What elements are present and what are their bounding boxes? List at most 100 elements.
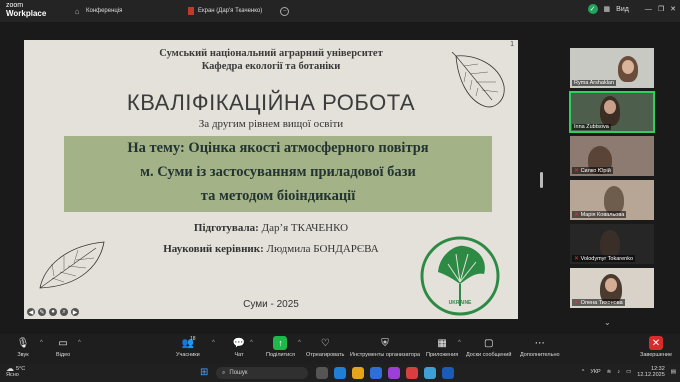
close-share-icon[interactable]: –	[280, 6, 290, 16]
participant-tile[interactable]: Ryma Arshaklan	[570, 48, 654, 88]
react-label: Отреагировать	[306, 352, 345, 358]
topic-line-1: На тему: Оцінка якості атмосферного пові…	[127, 140, 429, 156]
taskbar-search[interactable]: ⌕ Пошук	[216, 367, 308, 379]
grid-view-icon[interactable]: ▦	[604, 5, 611, 13]
shield-check-icon[interactable]: ✓	[587, 4, 598, 14]
chevron-up-icon[interactable]: ^	[40, 340, 43, 346]
advisor-label: Науковий керівник:	[163, 243, 264, 255]
word-icon[interactable]	[442, 367, 454, 379]
participant-name-muted: ✕ Volodymyr Tokarenko	[572, 255, 636, 262]
participant-name-muted: ✕ Олена Тихонова	[572, 299, 625, 306]
participant-name: Марія Ковальова	[580, 212, 625, 218]
share-label: Поділитися	[266, 352, 295, 358]
participant-face	[604, 100, 616, 114]
clock[interactable]: 12:32 12.12.2025	[637, 366, 665, 378]
audio-button[interactable]: 🎙 Звук	[16, 336, 30, 359]
participant-face	[605, 278, 617, 292]
tab-screen-share[interactable]: Екран (Дар'я Ткаченко) –	[188, 4, 290, 18]
pen-icon[interactable]: ✎	[38, 308, 46, 316]
slide-controls: ◀ ✎ ● ⌕ ▶	[27, 308, 79, 316]
zoom-icon[interactable]: ⌕	[60, 308, 68, 316]
battery-icon[interactable]: ▭	[626, 369, 631, 375]
participant-video	[604, 186, 624, 214]
zoom-workplace-logo: zoom Workplace	[6, 2, 46, 18]
close-icon[interactable]: ✕	[670, 5, 676, 13]
participant-tile[interactable]: ✕ Марія Ковальова	[570, 180, 654, 220]
tab-meeting-label: Конференція	[86, 8, 123, 14]
task-view-icon[interactable]	[316, 367, 328, 379]
weather-widget[interactable]: ☁ 5°C Ясно	[6, 365, 25, 379]
prev-slide-icon[interactable]: ◀	[27, 308, 35, 316]
brand-line2: Workplace	[6, 9, 47, 18]
more-button[interactable]: ⋯ Дополнительно	[520, 336, 560, 359]
wifi-icon[interactable]: ≋	[607, 369, 612, 375]
participant-name: Силко Юрій	[580, 168, 611, 174]
participant-name-muted: ✕ Силко Юрій	[572, 167, 613, 174]
file-explorer-icon[interactable]	[352, 367, 364, 379]
zoom-app-icon[interactable]	[370, 367, 382, 379]
chevron-up-icon[interactable]: ^	[458, 340, 461, 346]
chevron-up-icon[interactable]: ^	[78, 340, 81, 346]
view-button[interactable]: Вид	[616, 6, 629, 13]
microphone-icon: 🎙	[16, 337, 30, 349]
participant-tile-active[interactable]: Inna Zubtsova	[569, 91, 655, 133]
participant-tile[interactable]: ✕ Силко Юрій	[570, 136, 654, 176]
speaker-icon[interactable]: ♪	[617, 369, 620, 375]
share-button[interactable]: ↑ Поділитися	[266, 336, 295, 358]
participants-button[interactable]: 👥 18 Учасники	[176, 336, 200, 358]
shield-icon: ⛨	[381, 337, 389, 349]
leaf-outline-icon	[39, 241, 105, 289]
app-icon[interactable]	[424, 367, 436, 379]
whiteboards-button[interactable]: ▢ Доски сообщений	[466, 336, 512, 359]
end-meeting-button[interactable]: ✕ Завершение	[640, 336, 672, 358]
ginkgo-ukraine-logo: UKRAINE	[420, 236, 500, 316]
tab-screen-share-label: Екран (Дар'я Ткаченко)	[198, 8, 263, 14]
education-level: За другим рівнем вищої освіти	[198, 118, 344, 130]
system-tray: ^ УКР ≋ ♪ ▭ 12:32 12.12.2025 ▤	[582, 366, 676, 378]
participant-tile[interactable]: ✕ Volodymyr Tokarenko	[570, 224, 654, 264]
chevron-up-icon[interactable]: ^	[250, 340, 253, 346]
notifications-icon[interactable]: ▤	[671, 369, 676, 375]
windows-start-icon[interactable]: ⊞	[200, 367, 212, 379]
windows-taskbar: ☁ 5°C Ясно ⊞ ⌕ Пошук ^ УКР ≋ ♪ ▭ 12:32 1…	[0, 364, 680, 382]
chevron-up-icon[interactable]: ^	[582, 369, 585, 375]
presentation-slide[interactable]: 1 Сумський національний аграрний універс…	[24, 40, 518, 319]
video-button[interactable]: ▭ Відео	[56, 336, 70, 359]
restore-icon[interactable]: ❐	[658, 5, 664, 13]
participant-name: Ryma Arshaklan	[572, 80, 617, 86]
app-icon[interactable]	[388, 367, 400, 379]
apps-label: Приложения	[426, 352, 459, 358]
edge-icon[interactable]	[334, 367, 346, 379]
participant-video	[600, 230, 620, 258]
author-label: Підготувала:	[193, 222, 259, 234]
next-slide-icon[interactable]: ▶	[71, 308, 79, 316]
host-tools-label: Инструменты организатора	[350, 352, 421, 358]
end-label: Завершение	[640, 352, 672, 358]
app-icon[interactable]	[406, 367, 418, 379]
pointer-icon[interactable]: ●	[49, 308, 57, 316]
title-bar: zoom Workplace ⌂ Конференція Екран (Дар'…	[0, 0, 680, 22]
advisor-name: Людмила БОНДАРЄВА	[266, 243, 379, 255]
stage-scrollbar[interactable]	[540, 172, 543, 188]
participant-tile[interactable]: ✕ Олена Тихонова	[570, 268, 654, 308]
search-icon: ⌕	[222, 369, 226, 376]
whiteboards-label: Доски сообщений	[466, 352, 512, 358]
mic-muted-icon: ✕	[574, 212, 580, 218]
chat-button[interactable]: 💬 Чат	[232, 336, 246, 359]
mic-muted-icon: ✕	[574, 256, 580, 262]
chevron-up-icon[interactable]: ^	[212, 340, 215, 346]
tab-meeting[interactable]: ⌂ Конференція	[72, 4, 123, 18]
chevron-up-icon[interactable]: ^	[298, 340, 301, 346]
search-placeholder: Пошук	[229, 370, 248, 376]
mic-muted-icon: ✕	[574, 168, 580, 174]
host-tools-button[interactable]: ⛨ Инструменты организатора	[350, 336, 421, 359]
language-indicator[interactable]: УКР	[590, 369, 600, 375]
participant-face	[622, 60, 634, 74]
apps-button[interactable]: ▦ Приложения	[426, 336, 459, 359]
logo-text: UKRAINE	[449, 300, 472, 306]
slide-title: КВАЛІФІКАЦІЙНА РОБОТА	[126, 90, 416, 115]
react-button[interactable]: ♡ Отреагировать	[306, 336, 345, 359]
chat-label: Чат	[234, 352, 244, 358]
chevron-down-icon[interactable]: ⌄	[604, 318, 611, 327]
minimize-icon[interactable]: —	[645, 6, 652, 13]
